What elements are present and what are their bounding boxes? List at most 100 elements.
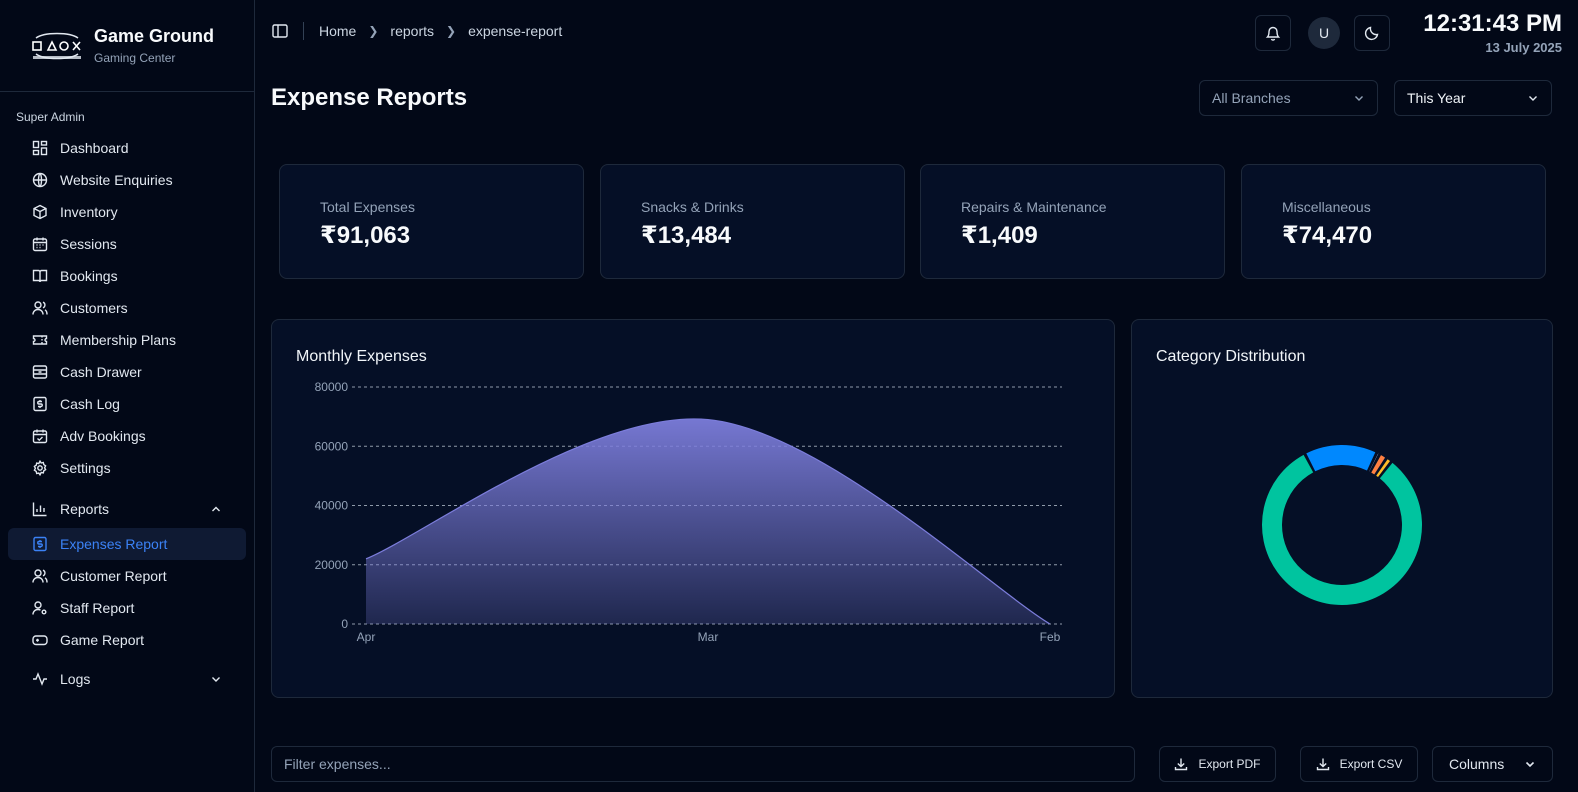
export-pdf-label: Export PDF: [1198, 757, 1261, 771]
period-select-value: This Year: [1407, 90, 1466, 106]
y-tick-label: 60000: [315, 439, 349, 453]
chevron-right-icon: ❯: [446, 24, 457, 38]
sidebar-item-game-report[interactable]: Game Report: [8, 624, 246, 656]
columns-label: Columns: [1449, 756, 1505, 772]
chevron-down-icon: [1529, 96, 1537, 101]
x-tick-label: Apr: [357, 630, 376, 644]
stat-value: ₹13,484: [641, 222, 732, 249]
sidebar-item-inventory[interactable]: Inventory: [8, 196, 246, 228]
sidebar-item-label: Adv Bookings: [60, 428, 146, 444]
sidebar-item-customer-report[interactable]: Customer Report: [8, 560, 246, 592]
clock-date: 13 July 2025: [1485, 40, 1562, 55]
dollar-receipt-icon: [32, 536, 48, 552]
dollar-receipt-icon: [32, 396, 48, 412]
stat-label: Total Expenses: [320, 199, 415, 215]
bar-chart-icon: [32, 501, 48, 517]
dashboard-icon: [32, 140, 48, 156]
clock-time: 12:31:43 PM: [1423, 10, 1562, 37]
sidebar-item-adv-bookings[interactable]: Adv Bookings: [8, 420, 246, 452]
theme-toggle-button[interactable]: [1354, 15, 1390, 51]
y-tick-label: 40000: [315, 499, 349, 513]
sidebar-item-label: Settings: [60, 460, 111, 476]
export-csv-button[interactable]: Export CSV: [1300, 746, 1418, 782]
gamepad-icon: [32, 632, 48, 648]
sidebar-item-label: Staff Report: [60, 600, 135, 616]
sidebar-item-label: Cash Log: [60, 396, 120, 412]
chevron-down-icon: [1355, 96, 1363, 101]
x-tick-label: Mar: [698, 630, 719, 644]
avatar[interactable]: U: [1308, 17, 1340, 49]
divider: [303, 22, 304, 40]
breadcrumb-reports[interactable]: reports: [390, 23, 434, 39]
sidebar-item-settings[interactable]: Settings: [8, 452, 246, 484]
sidebar-item-label: Membership Plans: [60, 332, 176, 348]
stat-card-snacks-drinks: Snacks & Drinks ₹13,484: [600, 164, 905, 279]
sidebar-item-sessions[interactable]: Sessions: [8, 228, 246, 260]
sidebar-item-customers[interactable]: Customers: [8, 292, 246, 324]
sidebar-item-label: Sessions: [60, 236, 117, 252]
book-icon: [32, 268, 48, 284]
download-icon: [1175, 758, 1188, 771]
y-tick-label: 0: [341, 617, 348, 631]
gear-icon: [32, 460, 48, 476]
breadcrumb-home[interactable]: Home: [319, 23, 356, 39]
branch-select-value: All Branches: [1212, 90, 1291, 106]
sidebar-group-reports[interactable]: Reports: [8, 490, 246, 528]
sidebar-item-label: Customers: [60, 300, 128, 316]
sidebar-item-label: Cash Drawer: [60, 364, 142, 380]
users-icon: [32, 300, 48, 316]
export-csv-label: Export CSV: [1339, 757, 1403, 771]
calendar-icon: [32, 236, 48, 252]
clock: 12:31:43 PM 13 July 2025: [1423, 10, 1562, 55]
sidebar-toggle-icon[interactable]: [271, 22, 289, 40]
sidebar-item-dashboard[interactable]: Dashboard: [8, 132, 246, 164]
donut-slice[interactable]: [1262, 454, 1422, 605]
sidebar-item-label: Inventory: [60, 204, 118, 220]
brand: Game Ground Gaming Center: [0, 0, 254, 92]
branch-select[interactable]: All Branches: [1199, 80, 1378, 116]
sidebar-item-cash-drawer[interactable]: Cash Drawer: [8, 356, 246, 388]
download-icon: [1316, 758, 1329, 771]
stat-value: ₹74,470: [1282, 222, 1373, 249]
chevron-right-icon: ❯: [368, 24, 379, 38]
sidebar-item-expenses-report[interactable]: Expenses Report: [8, 528, 246, 560]
monthly-expenses-chart: 0 20000 40000 60000 80000 Apr Mar Feb: [315, 380, 1062, 644]
category-distribution-card: Category Distribution: [1131, 319, 1553, 698]
brand-name: Game Ground: [94, 26, 215, 46]
user-cog-icon: [32, 600, 48, 616]
chevron-down-icon: [212, 677, 220, 682]
breadcrumb-current: expense-report: [468, 23, 563, 39]
sidebar-item-label: Customer Report: [60, 568, 167, 584]
notifications-button[interactable]: [1255, 15, 1291, 51]
stat-card-repairs-maintenance: Repairs & Maintenance ₹1,409: [920, 164, 1225, 279]
sidebar-item-membership-plans[interactable]: Membership Plans: [8, 324, 246, 356]
stat-label: Repairs & Maintenance: [961, 199, 1107, 215]
category-distribution-chart: [1262, 445, 1422, 605]
sidebar: Game Ground Gaming Center Super Admin Da…: [0, 0, 255, 792]
stat-label: Snacks & Drinks: [641, 199, 744, 215]
sidebar-item-label: Dashboard: [60, 140, 129, 156]
sidebar-item-bookings[interactable]: Bookings: [8, 260, 246, 292]
activity-icon: [32, 671, 48, 687]
sidebar-group-logs[interactable]: Logs: [8, 660, 246, 698]
package-icon: [32, 204, 48, 220]
sidebar-item-website-enquiries[interactable]: Website Enquiries: [8, 164, 246, 196]
export-pdf-button[interactable]: Export PDF: [1159, 746, 1276, 782]
sidebar-item-staff-report[interactable]: Staff Report: [8, 592, 246, 624]
stat-value: ₹1,409: [961, 222, 1038, 249]
stat-card-miscellaneous: Miscellaneous ₹74,470: [1241, 164, 1546, 279]
game-ground-logo-icon: [32, 32, 81, 59]
sidebar-item-cash-log[interactable]: Cash Log: [8, 388, 246, 420]
period-select[interactable]: This Year: [1394, 80, 1552, 116]
sidebar-section-label: Super Admin: [16, 110, 85, 124]
columns-button[interactable]: Columns: [1432, 746, 1553, 782]
donut-slice[interactable]: [1306, 445, 1376, 472]
donut-slice[interactable]: [1371, 455, 1386, 475]
sidebar-group-label: Logs: [60, 671, 91, 687]
sidebar-nav: Dashboard Website Enquiries Inventory Se…: [8, 132, 246, 698]
moon-icon: [1364, 26, 1379, 41]
stat-label: Miscellaneous: [1282, 199, 1371, 215]
users-icon: [32, 568, 48, 584]
filter-expenses-input[interactable]: [271, 746, 1135, 782]
page-title: Expense Reports: [271, 84, 468, 111]
